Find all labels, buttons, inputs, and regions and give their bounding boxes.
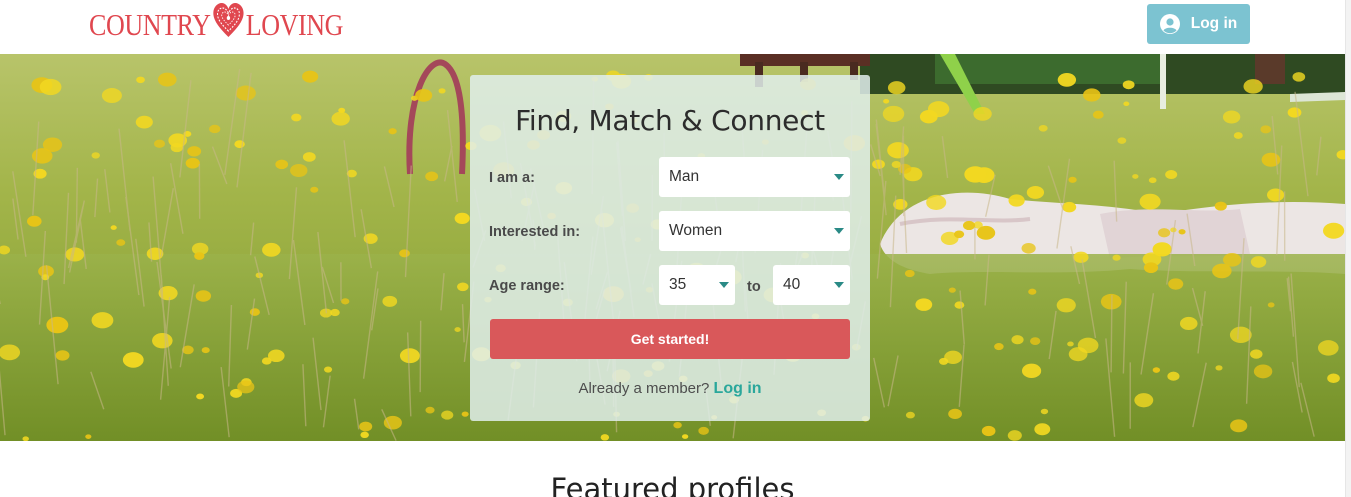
chevron-down-icon xyxy=(719,282,729,288)
chevron-down-icon xyxy=(834,228,844,234)
age-range-label: Age range: xyxy=(489,278,565,294)
age-to-select[interactable]: 40 xyxy=(773,265,850,305)
user-icon xyxy=(1159,14,1180,34)
logo-text-right: LOVING xyxy=(245,7,344,42)
interested-in-select[interactable]: Women xyxy=(659,211,850,251)
already-member-line: Already a member? Log in xyxy=(470,380,870,398)
age-to-label: to xyxy=(747,279,761,295)
gender-select[interactable]: Man xyxy=(659,157,850,197)
heart-icon xyxy=(211,1,245,49)
age-from-select[interactable]: 35 xyxy=(659,265,735,305)
chevron-down-icon xyxy=(834,282,844,288)
age-from-value: 35 xyxy=(669,276,687,293)
header-login-label: Log in xyxy=(1190,15,1238,32)
interested-in-select-value: Women xyxy=(669,222,723,239)
search-form-panel: Find, Match & Connect I am a: Man Intere… xyxy=(470,75,870,421)
header-login-button[interactable]: Log in xyxy=(1147,4,1250,44)
chevron-down-icon xyxy=(834,174,844,180)
page-scrollbar[interactable] xyxy=(1345,0,1351,497)
interested-in-label: Interested in: xyxy=(489,224,581,240)
gender-select-value: Man xyxy=(669,168,700,185)
member-login-link[interactable]: Log in xyxy=(714,380,762,397)
site-header: COUNTRY LOVING Log in xyxy=(0,0,1345,54)
featured-profiles-heading: Featured profiles xyxy=(550,472,795,497)
country-loving-logo[interactable]: COUNTRY LOVING xyxy=(89,1,344,49)
age-to-value: 40 xyxy=(783,276,801,293)
logo-text-left: COUNTRY xyxy=(89,7,211,42)
get-started-button[interactable]: Get started! xyxy=(490,319,850,359)
form-title: Find, Match & Connect xyxy=(515,104,825,137)
already-member-text: Already a member? xyxy=(578,380,710,397)
i-am-label: I am a: xyxy=(489,170,535,186)
